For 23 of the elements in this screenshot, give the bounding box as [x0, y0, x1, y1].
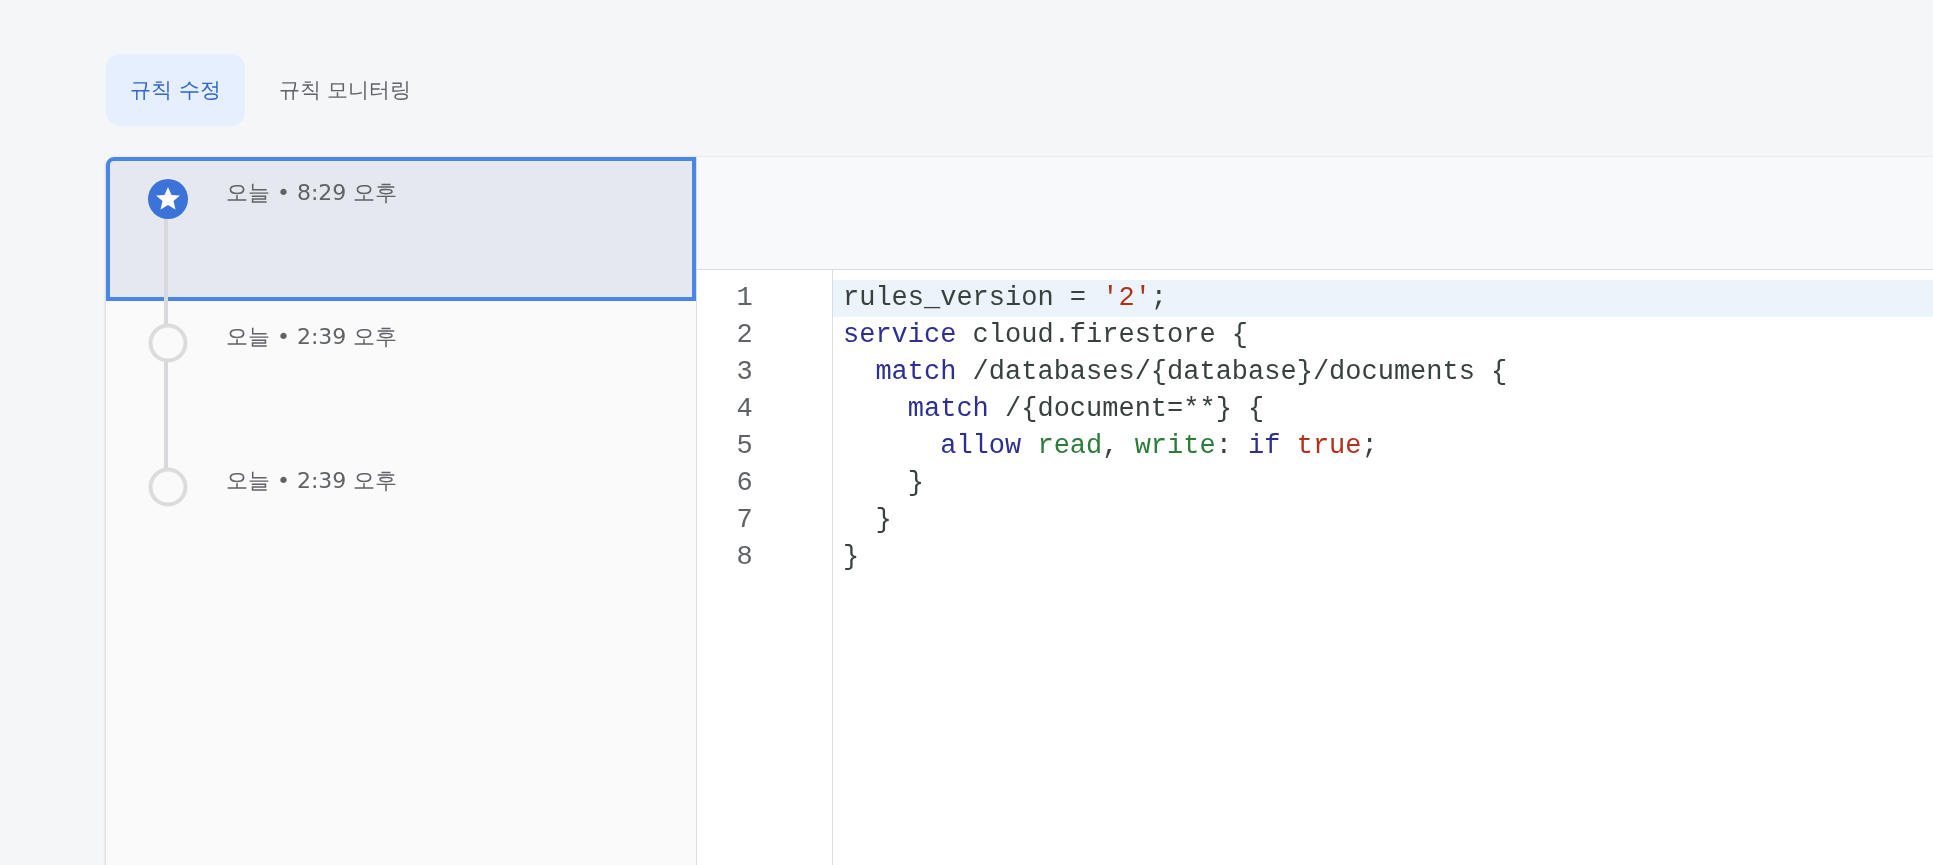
- code-line: match /{document=**} {: [906, 393, 1266, 426]
- history-item[interactable]: 오늘 • 8:29 오후: [106, 157, 696, 301]
- code-line: match /databases/{database}/documents {: [874, 356, 1509, 389]
- code-line: service cloud.firestore {: [842, 319, 1250, 352]
- line-number: 5: [735, 430, 754, 463]
- line-number: 6: [735, 467, 754, 500]
- history-item[interactable]: 오늘 • 2:39 오후: [106, 445, 696, 589]
- line-number: 4: [735, 393, 754, 426]
- tab[interactable]: 규칙 수정: [106, 54, 245, 126]
- tab[interactable]: 규칙 모니터링: [254, 54, 436, 126]
- line-number: 3: [735, 356, 754, 389]
- timestamp: 오늘 • 8:29 오후: [226, 179, 398, 207]
- timestamp: 오늘 • 2:39 오후: [226, 323, 398, 351]
- code-line: }: [874, 504, 893, 537]
- line-number: 7: [735, 504, 754, 537]
- code-line: }: [842, 541, 861, 574]
- timestamp: 오늘 • 2:39 오후: [226, 467, 398, 495]
- history-item[interactable]: 오늘 • 2:39 오후: [106, 301, 696, 445]
- code-line: allow read, write: if true;: [939, 430, 1379, 463]
- line-number: 2: [735, 319, 754, 352]
- line-number: 1: [735, 282, 754, 315]
- code-line: }: [906, 467, 925, 500]
- line-number: 8: [735, 541, 754, 574]
